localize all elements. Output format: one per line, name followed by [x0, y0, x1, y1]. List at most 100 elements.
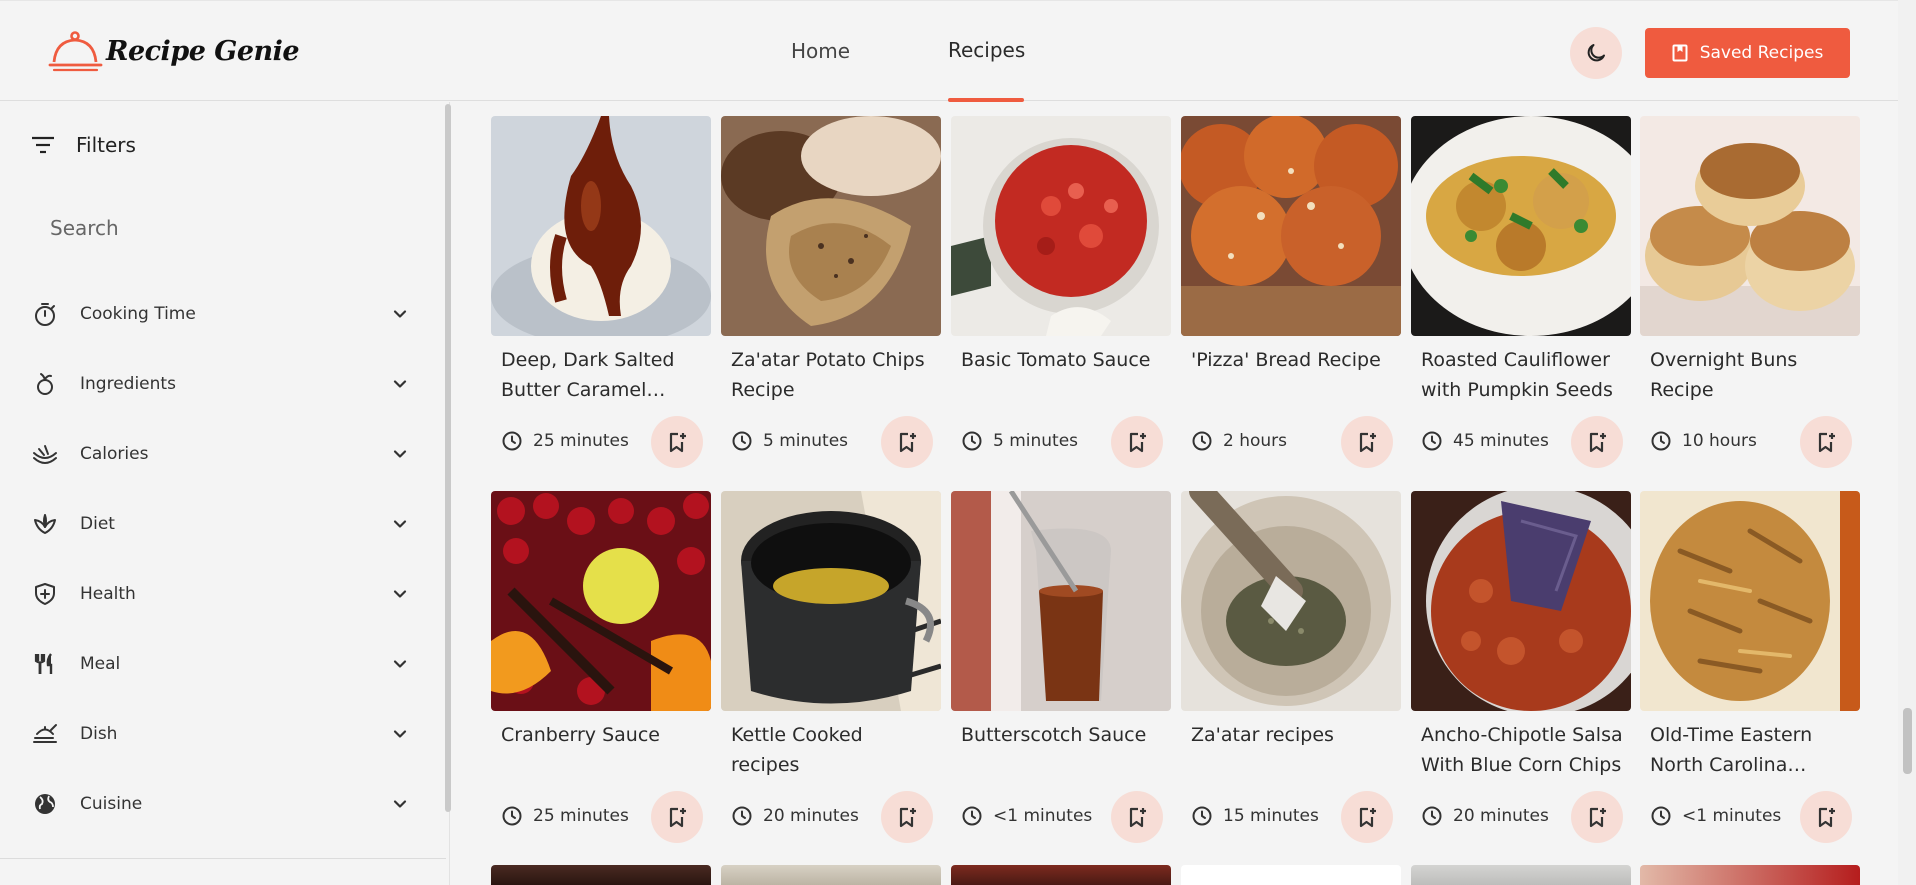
nav-home[interactable]: Home [791, 39, 850, 63]
recipe-title[interactable]: Za'atar recipes [1191, 720, 1396, 750]
recipe-image[interactable] [491, 865, 711, 885]
save-recipe-button[interactable] [1571, 791, 1623, 843]
saved-recipes-label: Saved Recipes [1699, 43, 1824, 63]
save-recipe-button[interactable] [651, 791, 703, 843]
recipe-title[interactable]: Butterscotch Sauce [961, 720, 1166, 750]
sidebar-scrollbar[interactable] [445, 104, 451, 812]
recipe-title[interactable]: Cranberry Sauce [501, 720, 706, 750]
bookmark-add-icon [1129, 432, 1146, 453]
recipe-card[interactable]: Za'atar Potato Chips Recipe 5 minutes [721, 116, 941, 481]
clock-icon [962, 806, 982, 826]
save-recipe-button[interactable] [881, 791, 933, 843]
recipe-image[interactable] [491, 491, 711, 711]
clock-icon [502, 806, 522, 826]
filter-diet[interactable]: Diet [28, 502, 416, 546]
recipe-title[interactable]: Roasted Cauliflower with Pumpkin Seeds [1421, 345, 1626, 405]
save-recipe-button[interactable] [1341, 416, 1393, 468]
clock-icon [732, 806, 752, 826]
search-input[interactable] [50, 213, 410, 243]
chevron-down-icon [393, 310, 407, 318]
recipe-cook-time: 10 hours [1650, 430, 1757, 452]
recipe-title[interactable]: Deep, Dark Salted Butter Caramel Sauce [501, 345, 706, 405]
recipe-title[interactable]: 'Pizza' Bread Recipe [1191, 345, 1396, 375]
recipe-image[interactable] [1411, 865, 1631, 885]
cook-time-value: 20 minutes [1453, 806, 1549, 826]
filter-cuisine[interactable]: Cuisine [28, 782, 416, 826]
filter-calories[interactable]: Calories [28, 432, 416, 476]
recipe-cook-time: 5 minutes [961, 430, 1078, 452]
clock-icon [1192, 431, 1212, 451]
recipe-card[interactable]: Ancho-Chipotle Salsa With Blue Corn Chip… [1411, 491, 1631, 856]
clock-icon [1422, 806, 1442, 826]
recipe-image[interactable] [721, 491, 941, 711]
recipe-image[interactable] [721, 116, 941, 336]
recipe-title[interactable]: Old-Time Eastern North Carolina Barbecue [1650, 720, 1855, 780]
filter-label: Dish [80, 724, 118, 744]
clock-icon [732, 431, 752, 451]
filter-cooking-time[interactable]: Cooking Time [28, 292, 416, 336]
recipe-image[interactable] [1181, 116, 1401, 336]
bookmark-add-icon [1359, 807, 1376, 828]
bookmark-add-icon [1129, 807, 1146, 828]
recipe-image[interactable] [1411, 491, 1631, 711]
leaf-icon [28, 507, 62, 541]
divider [0, 858, 446, 859]
recipe-title[interactable]: Kettle Cooked recipes [731, 720, 936, 780]
save-recipe-button[interactable] [1800, 791, 1852, 843]
page-scrollbar-thumb[interactable] [1903, 708, 1912, 774]
recipe-image[interactable] [1411, 116, 1631, 336]
recipe-card[interactable]: Cranberry Sauce 25 minutes [491, 491, 711, 856]
chevron-down-icon [393, 800, 407, 808]
recipe-card[interactable]: Kettle Cooked recipes 20 minutes [721, 491, 941, 856]
recipe-title[interactable]: Overnight Buns Recipe [1650, 345, 1855, 405]
app-logo[interactable]: Recipe Genie [48, 29, 300, 73]
chevron-down-icon [393, 450, 407, 458]
recipe-card[interactable]: Overnight Buns Recipe 10 hours [1640, 116, 1860, 481]
recipe-image[interactable] [951, 491, 1171, 711]
save-recipe-button[interactable] [881, 416, 933, 468]
filter-dish[interactable]: Dish [28, 712, 416, 756]
recipe-image[interactable] [1640, 491, 1860, 711]
bookmark-add-icon [1359, 432, 1376, 453]
recipe-cook-time: 45 minutes [1421, 430, 1549, 452]
filters-header: Filters [30, 133, 136, 157]
recipe-image[interactable] [1181, 491, 1401, 711]
filters-label: Filters [76, 133, 136, 157]
recipe-card[interactable]: Basic Tomato Sauce 5 minutes [951, 116, 1171, 481]
recipe-title[interactable]: Basic Tomato Sauce [961, 345, 1166, 375]
save-recipe-button[interactable] [1111, 791, 1163, 843]
recipe-card[interactable]: 'Pizza' Bread Recipe 2 hours [1181, 116, 1401, 481]
recipe-image[interactable] [721, 865, 941, 885]
filter-ingredients[interactable]: Ingredients [28, 362, 416, 406]
save-recipe-button[interactable] [1800, 416, 1852, 468]
saved-recipes-button[interactable]: Saved Recipes [1645, 28, 1850, 78]
recipe-image[interactable] [491, 116, 711, 336]
filter-meal[interactable]: Meal [28, 642, 416, 686]
recipe-card[interactable]: Roasted Cauliflower with Pumpkin Seeds 4… [1411, 116, 1631, 481]
filter-label: Ingredients [80, 374, 176, 394]
save-recipe-button[interactable] [651, 416, 703, 468]
recipe-image[interactable] [1640, 865, 1860, 885]
recipe-card[interactable]: Old-Time Eastern North Carolina Barbecue… [1640, 491, 1860, 856]
recipe-image[interactable] [951, 116, 1171, 336]
filter-label: Calories [80, 444, 149, 464]
recipe-title[interactable]: Ancho-Chipotle Salsa With Blue Corn Chip… [1421, 720, 1626, 780]
chevron-down-icon [393, 520, 407, 528]
recipe-title[interactable]: Za'atar Potato Chips Recipe [731, 345, 936, 405]
recipe-image[interactable] [1640, 116, 1860, 336]
nav-recipes[interactable]: Recipes [948, 38, 1025, 62]
filter-health[interactable]: Health [28, 572, 416, 616]
dark-mode-toggle[interactable] [1570, 27, 1622, 79]
save-recipe-button[interactable] [1341, 791, 1393, 843]
recipe-image[interactable] [951, 865, 1171, 885]
bookmark-add-icon [899, 807, 916, 828]
recipe-card[interactable]: Deep, Dark Salted Butter Caramel Sauce 2… [491, 116, 711, 481]
cook-time-value: 10 hours [1682, 431, 1757, 451]
recipe-cook-time: 20 minutes [731, 805, 859, 827]
save-recipe-button[interactable] [1111, 416, 1163, 468]
save-recipe-button[interactable] [1571, 416, 1623, 468]
recipe-card[interactable]: Butterscotch Sauce <1 minutes [951, 491, 1171, 856]
recipe-card[interactable]: Za'atar recipes 15 minutes [1181, 491, 1401, 856]
recipe-image[interactable] [1181, 865, 1401, 885]
bookmark-add-icon [1818, 432, 1835, 453]
